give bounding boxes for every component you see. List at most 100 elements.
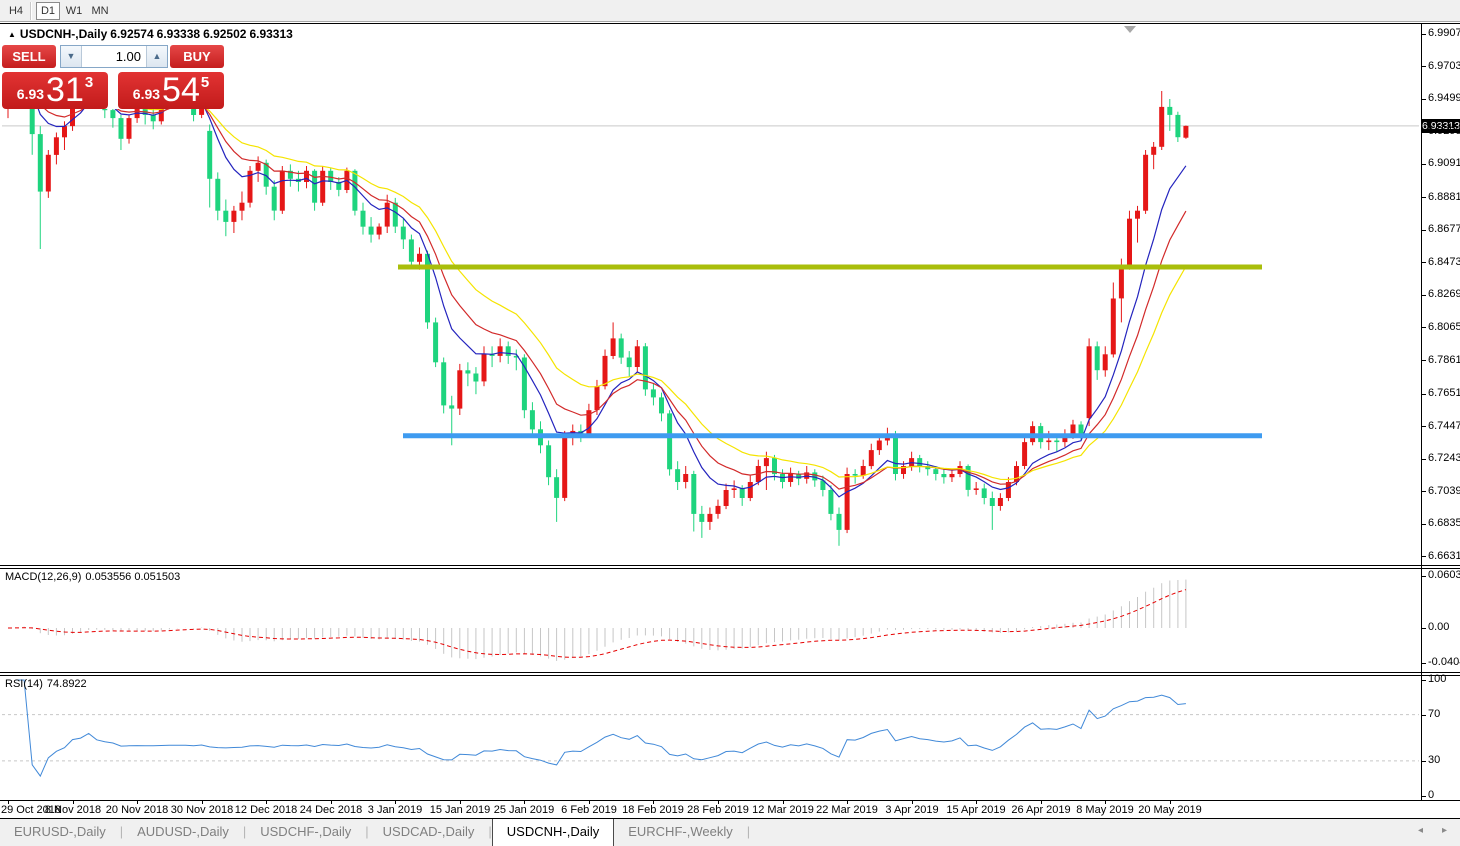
price-axis-label: 6.94990 — [1428, 92, 1460, 104]
ohlc-high: 6.93338 — [156, 27, 201, 41]
candlesticks-layer — [5, 55, 1189, 546]
sell-button[interactable]: SELL — [2, 45, 56, 68]
rsi-axis-label: 0 — [1428, 789, 1435, 801]
rsi-axis-tick — [1421, 761, 1426, 762]
price-axis-tick — [1421, 295, 1426, 296]
volume-input[interactable] — [82, 46, 146, 67]
moving-average-line-21 — [7, 84, 1187, 481]
sell-quote-box[interactable]: 6.93 31 3 — [2, 72, 108, 109]
ohlc-low: 6.92502 — [203, 27, 247, 41]
rsi-axis-label: 100 — [1428, 673, 1447, 685]
price-axis-label: 6.92950 — [1428, 125, 1460, 137]
chart-tab-usdcad-daily[interactable]: USDCAD-,Daily — [369, 819, 489, 846]
macd-histogram — [15, 579, 1187, 661]
price-axis-tick — [1421, 491, 1426, 492]
rsi-axis-label: 30 — [1428, 754, 1441, 766]
price-axis-tick — [1421, 524, 1426, 525]
volume-decrease-button[interactable]: ▼ — [61, 46, 82, 67]
chart-tab-eurchf-weekly[interactable]: EURCHF-,Weekly — [614, 819, 747, 846]
time-axis-label: 30 Nov 2018 — [170, 804, 234, 816]
price-axis-label: 6.70390 — [1428, 485, 1460, 497]
time-axis-label: 6 Feb 2019 — [561, 804, 617, 816]
buy-button[interactable]: BUY — [170, 45, 224, 68]
rsi-axis-tick — [1421, 715, 1426, 716]
sell-price-prefix: 6.93 — [16, 86, 45, 102]
time-axis-label: 12 Dec 2018 — [234, 804, 298, 816]
chart-tab-eurusd-daily[interactable]: EURUSD-,Daily — [0, 819, 120, 846]
buy-quote-box[interactable]: 6.93 54 5 — [118, 72, 224, 109]
rsi-line — [16, 679, 1186, 778]
price-axis-tick — [1421, 66, 1426, 67]
tab-separator: | — [746, 824, 751, 839]
ohlc-open: 6.92574 — [110, 27, 154, 41]
price-axis-tick — [1421, 426, 1426, 427]
time-axis-label: 20 May 2019 — [1138, 804, 1202, 816]
chart-title: ▲ USDCNH-,Daily 6.92574 6.93338 6.92502 6.933… — [8, 27, 296, 41]
volume-increase-button[interactable]: ▲ — [146, 46, 167, 67]
time-axis[interactable]: 29 Oct 2018 8 Nov 2018 20 Nov 2018 30 Nov 2… — [0, 801, 1460, 818]
macd-axis-label: -0.040415 — [1428, 656, 1460, 668]
rsi-name: RSI(14) — [5, 678, 43, 690]
timeframe-button-w1[interactable]: W1 — [62, 2, 86, 20]
price-chart-panel[interactable]: ▲ USDCNH-,Daily 6.92574 6.93338 6.92502 6.933… — [0, 23, 1460, 566]
time-axis-label: 20 Nov 2018 — [105, 804, 169, 816]
timeframe-button-d1[interactable]: D1 — [36, 2, 60, 20]
time-axis-label: 15 Apr 2019 — [946, 804, 1006, 816]
price-axis-label: 6.74470 — [1428, 420, 1460, 432]
price-axis-label: 6.66310 — [1428, 550, 1460, 562]
collapse-arrow-icon[interactable]: ▲ — [8, 30, 16, 39]
chart-tab-usdchf-daily[interactable]: USDCHF-,Daily — [246, 819, 365, 846]
macd-axis-tick — [1421, 663, 1426, 664]
chart-shift-marker-icon[interactable] — [1124, 26, 1136, 33]
price-axis-tick — [1421, 131, 1426, 132]
macd-label: MACD(12,26,9) 0.053556 0.051503 — [5, 571, 184, 583]
macd-name: MACD(12,26,9) — [5, 571, 82, 583]
buy-price-main: 54 — [162, 71, 200, 109]
rsi-value: 74.8922 — [46, 678, 87, 690]
rsi-indicator-panel[interactable]: RSI(14) 74.8922 — [0, 675, 1460, 801]
price-axis-tick — [1421, 459, 1426, 460]
rsi-axis-tick — [1421, 680, 1426, 681]
price-axis-border — [1421, 23, 1422, 801]
volume-spinner: ▼ ▲ — [60, 45, 168, 68]
price-axis-tick — [1421, 197, 1426, 198]
chart-tab-audusd-daily[interactable]: AUDUSD-,Daily — [123, 819, 243, 846]
chart-symbol-period: USDCNH-,Daily — [19, 27, 108, 41]
price-axis-label: 6.68350 — [1428, 517, 1460, 529]
macd-axis-label: 0.060342 — [1428, 569, 1460, 581]
rsi-canvas — [2, 679, 1419, 778]
time-axis-label: 25 Jan 2019 — [493, 804, 555, 816]
price-axis-label: 6.97030 — [1428, 60, 1460, 72]
toolbar-separator — [30, 2, 32, 20]
price-axis-tick — [1421, 164, 1426, 165]
triangle-down-icon: ▼ — [66, 51, 76, 61]
timeframe-button-h4[interactable]: H4 — [4, 2, 28, 20]
rsi-axis-tick — [1421, 796, 1426, 797]
chart-tab-usdcnh-daily[interactable]: USDCNH-,Daily — [491, 819, 615, 846]
trading-terminal: H4 D1 W1 MN ▲ USDCNH-,Daily 6.92574 6.93338 6.9… — [0, 0, 1460, 846]
macd-axis-tick — [1421, 576, 1426, 577]
price-axis-label: 6.84730 — [1428, 256, 1460, 268]
rsi-axis-label: 70 — [1428, 708, 1441, 720]
tabs-scroll-left-icon[interactable]: ◂ — [1418, 825, 1423, 836]
macd-values: 0.053556 0.051503 — [85, 571, 181, 583]
macd-axis-label: 0.00 — [1428, 621, 1450, 633]
price-axis-label: 6.99070 — [1428, 27, 1460, 39]
time-axis-label: 3 Jan 2019 — [367, 804, 423, 816]
time-axis-label: 26 Apr 2019 — [1011, 804, 1071, 816]
price-axis-label: 6.86770 — [1428, 223, 1460, 235]
time-axis-label: 3 Apr 2019 — [885, 804, 939, 816]
macd-indicator-panel[interactable]: MACD(12,26,9) 0.053556 0.051503 — [0, 568, 1460, 673]
time-axis-label: 12 Mar 2019 — [752, 804, 814, 816]
price-axis-tick — [1421, 556, 1426, 557]
price-axis-tick — [1421, 99, 1426, 100]
timeframe-button-mn[interactable]: MN — [88, 2, 112, 20]
tabs-scroll-right-icon[interactable]: ▸ — [1442, 825, 1447, 836]
rsi-label: RSI(14) 74.8922 — [5, 678, 91, 690]
price-axis-label: 6.72430 — [1428, 452, 1460, 464]
macd-canvas — [7, 579, 1187, 661]
price-axis-label: 6.78610 — [1428, 354, 1460, 366]
buy-price-pip: 5 — [200, 74, 210, 91]
time-axis-label: 8 May 2019 — [1076, 804, 1134, 816]
price-axis-tick — [1421, 360, 1426, 361]
